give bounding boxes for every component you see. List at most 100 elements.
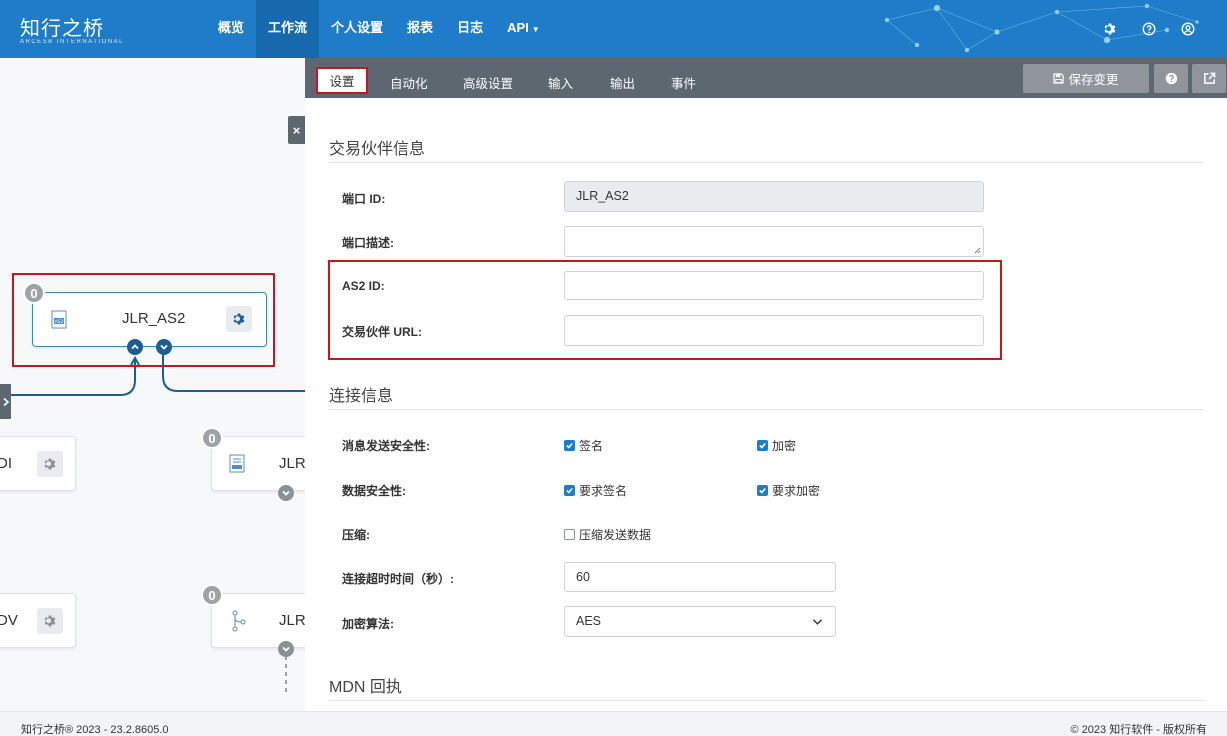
external-link-icon — [1203, 72, 1215, 84]
node-settings-button[interactable] — [226, 306, 252, 332]
help-icon[interactable] — [1139, 19, 1158, 38]
chevron-down-icon[interactable] — [278, 485, 294, 501]
as2-file-icon: AS2 — [51, 310, 69, 333]
node-label: JLR_AS2 — [122, 310, 186, 327]
tab-bar: 设置 自动化 高级设置 输入 输出 事件 保存变更 — [305, 58, 1227, 98]
gear-icon — [233, 313, 245, 325]
tab-events[interactable]: 事件 — [671, 73, 696, 92]
port-desc-label: 端口描述: — [342, 236, 394, 250]
encrypt-label: 加密 — [772, 439, 797, 453]
tab-input[interactable]: 输入 — [548, 73, 573, 92]
as2-id-label: AS2 ID: — [342, 279, 385, 293]
close-panel-button[interactable]: × — [288, 116, 305, 144]
open-external-button[interactable] — [1192, 64, 1226, 93]
svg-text:AS2: AS2 — [55, 319, 64, 325]
workflow-node-dv[interactable]: DV — [0, 593, 76, 648]
compress-send-label: 压缩发送数据 — [579, 528, 652, 542]
save-icon — [1053, 73, 1065, 84]
sign-label: 签名 — [579, 439, 604, 453]
require-encrypt-checkbox[interactable]: 要求加密 — [757, 482, 820, 499]
node-settings-button[interactable] — [37, 451, 63, 477]
nav-api[interactable]: API ▼ — [495, 0, 552, 58]
algo-value: AES — [576, 614, 602, 628]
compress-label: 压缩: — [342, 528, 370, 542]
data-security-label: 数据安全性: — [342, 484, 406, 498]
chevron-up-icon[interactable] — [127, 339, 143, 355]
partner-url-label: 交易伙伴 URL: — [342, 325, 422, 339]
save-label: 保存变更 — [1068, 73, 1119, 87]
nav-logs[interactable]: 日志 — [445, 0, 495, 58]
checkbox-checked-icon — [564, 440, 575, 451]
user-icon[interactable] — [1178, 19, 1197, 38]
footer: 知行之桥® 2023 - 23.2.8605.0 © 2023 知行软件 - 版… — [0, 711, 1227, 736]
nav-api-label: API — [507, 20, 529, 35]
tab-automation[interactable]: 自动化 — [390, 73, 428, 92]
port-desc-textarea[interactable] — [564, 226, 984, 257]
tab-settings[interactable]: 设置 — [316, 67, 368, 94]
port-id-field: JLR_AS2 — [564, 181, 984, 212]
divider — [329, 162, 1204, 163]
sign-checkbox[interactable]: 签名 — [564, 437, 603, 454]
compress-send-checkbox[interactable]: 压缩发送数据 — [564, 526, 651, 543]
caret-down-icon: ▼ — [531, 25, 540, 34]
logo[interactable]: 知行之桥 ARCESB INTERNATIONAL — [20, 12, 124, 45]
chevron-down-icon — [812, 619, 823, 625]
node-count-badge: 0 — [201, 427, 223, 449]
timeout-input[interactable]: 60 — [564, 562, 836, 592]
node-settings-button[interactable] — [37, 608, 63, 634]
gear-icon[interactable] — [1100, 19, 1119, 38]
settings-panel: 设置 自动化 高级设置 输入 输出 事件 保存变更 交易伙伴信息 端口 ID: … — [305, 58, 1227, 711]
save-changes-button[interactable]: 保存变更 — [1023, 64, 1149, 93]
nav-overview[interactable]: 概览 — [206, 0, 256, 58]
encrypt-checkbox[interactable]: 加密 — [757, 437, 796, 454]
main-nav: 概览 工作流 个人设置 报表 日志 API ▼ — [206, 0, 552, 58]
checkbox-checked-icon — [757, 485, 768, 496]
timeout-label: 连接超时时间（秒）: — [342, 572, 454, 586]
as2-id-input[interactable] — [564, 271, 984, 300]
workflow-node-jlr-3[interactable]: JLR_ — [211, 593, 305, 648]
expand-panel-button[interactable] — [0, 384, 11, 419]
algo-select[interactable]: AES — [564, 606, 836, 637]
tab-output[interactable]: 输出 — [610, 73, 635, 92]
port-id-label: 端口 ID: — [342, 192, 386, 206]
node-label: DI — [0, 455, 12, 472]
footer-version: 知行之桥® 2023 - 23.2.8605.0 — [21, 724, 169, 736]
checkbox-checked-icon — [757, 440, 768, 451]
partner-url-input[interactable] — [564, 315, 984, 346]
nav-reports[interactable]: 报表 — [395, 0, 445, 58]
node-label: JLR_ — [279, 455, 305, 472]
gear-icon — [44, 615, 56, 627]
msg-security-label: 消息发送安全性: — [342, 439, 430, 453]
workflow-node-jlr-2[interactable]: JLR_ — [211, 436, 305, 491]
help-icon — [1165, 72, 1177, 85]
nav-workflow[interactable]: 工作流 — [256, 0, 320, 58]
branch-icon — [231, 610, 247, 635]
node-label: DV — [0, 612, 18, 629]
nav-profile[interactable]: 个人设置 — [319, 0, 395, 58]
divider — [329, 700, 1204, 701]
workflow-node-di[interactable]: DI — [0, 436, 76, 491]
help-button[interactable] — [1154, 64, 1188, 93]
checkbox-checked-icon — [564, 485, 575, 496]
footer-copyright: © 2023 知行软件 - 版权所有 — [1070, 724, 1207, 736]
file-icon — [229, 454, 247, 477]
tab-advanced[interactable]: 高级设置 — [463, 73, 513, 92]
section-mdn-title: MDN 回执 — [329, 679, 402, 696]
section-connection-title: 连接信息 — [329, 388, 394, 405]
logo-text: 知行之桥 — [20, 16, 104, 40]
node-label: JLR_ — [279, 612, 305, 629]
chevron-right-icon — [2, 397, 9, 406]
chevron-down-icon[interactable] — [156, 339, 172, 355]
node-count-badge: 0 — [201, 584, 223, 606]
workflow-node-jlr-as2[interactable]: AS2 JLR_AS2 — [32, 292, 267, 347]
top-navbar: 知行之桥 ARCESB INTERNATIONAL 概览 工作流 个人设置 报表… — [0, 0, 1227, 58]
gear-icon — [44, 458, 56, 470]
workflow-canvas[interactable]: AS2 JLR_AS2 0 DI JLR_ 0 DV — [0, 58, 305, 711]
divider — [329, 409, 1204, 410]
top-icons — [1100, 19, 1197, 38]
node-count-badge: 0 — [23, 282, 45, 304]
checkbox-unchecked-icon — [564, 529, 575, 540]
chevron-down-icon[interactable] — [278, 641, 294, 657]
resize-handle-icon[interactable] — [973, 246, 981, 254]
require-sign-checkbox[interactable]: 要求签名 — [564, 482, 627, 499]
